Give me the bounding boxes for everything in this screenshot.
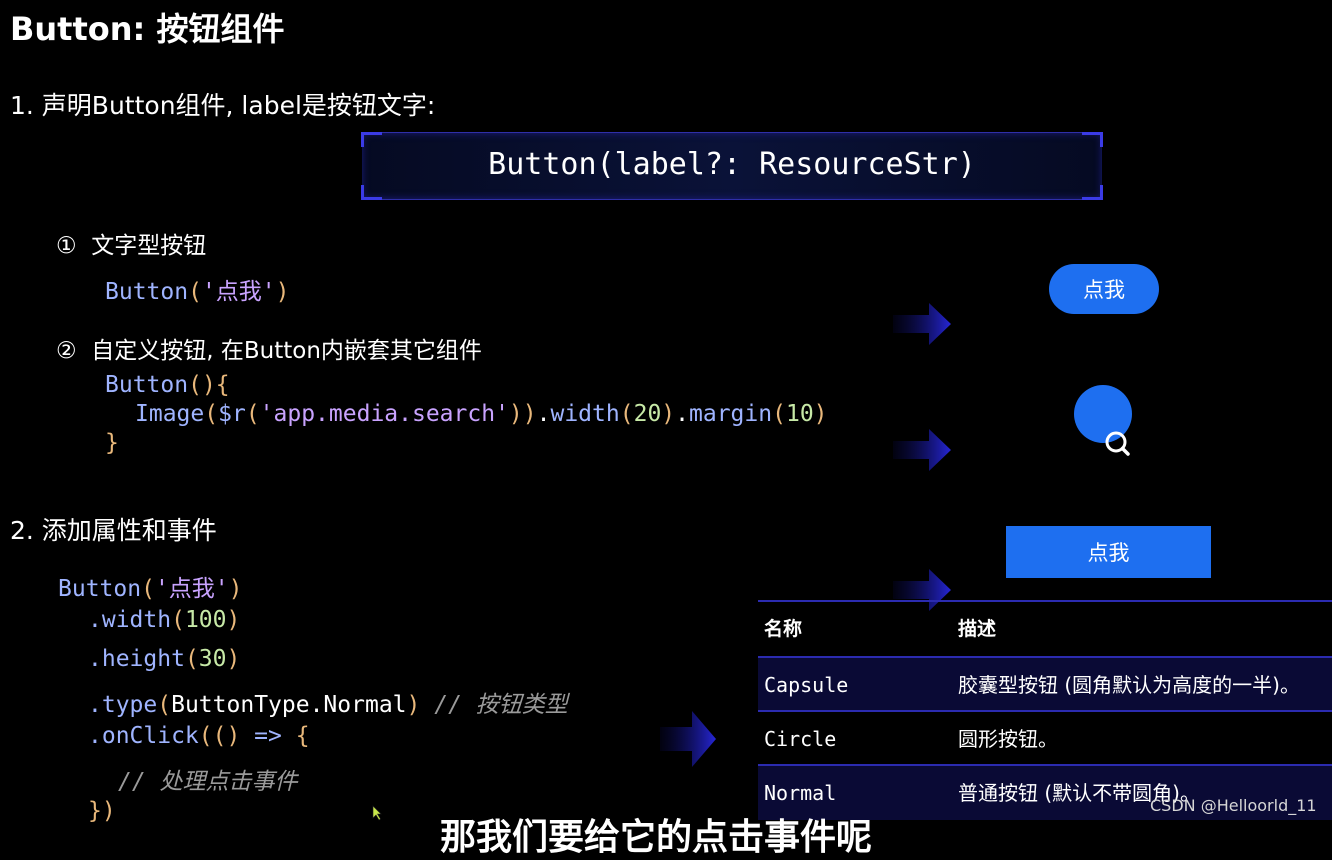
section2-code-line6: // 处理点击事件: [118, 769, 298, 795]
section2-code-line3: .height(30): [88, 646, 241, 672]
item1-label: ① 文字型按钮: [56, 233, 207, 259]
table-cell-name: Capsule: [764, 673, 849, 697]
table-row: Circle 圆形按钮。: [758, 712, 1332, 766]
table-header: 名称: [764, 618, 803, 640]
section2-heading: 2. 添加属性和事件: [10, 516, 217, 545]
declaration-code: Button(label?: ResourceStr): [488, 147, 976, 182]
mouse-cursor-icon: [362, 786, 382, 825]
arrow-right-icon: [893, 391, 953, 490]
section2-code-line5: .onClick(() => {: [88, 723, 310, 749]
arrow-right-icon: [660, 673, 718, 786]
button-type-table: 名称 描述 Capsule 胶囊型按钮 (圆角默认为高度的一半)。 Circle…: [758, 600, 1332, 825]
item2-label: ② 自定义按钮, 在Button内嵌套其它组件: [56, 338, 482, 364]
table-header: 描述: [958, 618, 997, 640]
item1-code: Button('点我'): [105, 279, 290, 305]
section2-code-line4: .type(ButtonType.Normal) // 按钮类型: [88, 692, 568, 718]
item2-code-line3: }: [105, 430, 119, 456]
normal-preview-button[interactable]: 点我: [1006, 526, 1211, 578]
section1-heading: 1. 声明Button组件, label是按钮文字:: [10, 91, 436, 120]
page-title: Button: 按钮组件: [10, 10, 285, 48]
table-cell-name: Circle: [764, 727, 837, 751]
watermark: CSDN @Helloorld_11: [1150, 796, 1317, 815]
section2-code-line1: Button('点我'): [58, 576, 243, 602]
declaration-box: Button(label?: ResourceStr): [361, 132, 1103, 200]
section2-code-line2: .width(100): [88, 607, 241, 633]
table-header-row: 名称 描述: [758, 602, 1332, 656]
capsule-preview-button[interactable]: 点我: [1049, 264, 1159, 314]
video-subtitle: 那我们要给它的点击事件呢: [440, 817, 873, 858]
table-cell-desc: 圆形按钮。: [958, 727, 1058, 751]
arrow-right-icon: [893, 265, 953, 364]
table-cell-desc: 胶囊型按钮 (圆角默认为高度的一半)。: [958, 673, 1300, 697]
search-icon: [1074, 431, 1147, 491]
item2-code-line2: Image($r('app.media.search')).width(20).…: [135, 401, 828, 427]
table-row: Capsule 胶囊型按钮 (圆角默认为高度的一半)。: [758, 658, 1332, 712]
section2-code-line7: }): [88, 798, 116, 824]
item2-code-line1: Button(){: [105, 372, 230, 398]
circle-search-button[interactable]: [1074, 385, 1132, 456]
